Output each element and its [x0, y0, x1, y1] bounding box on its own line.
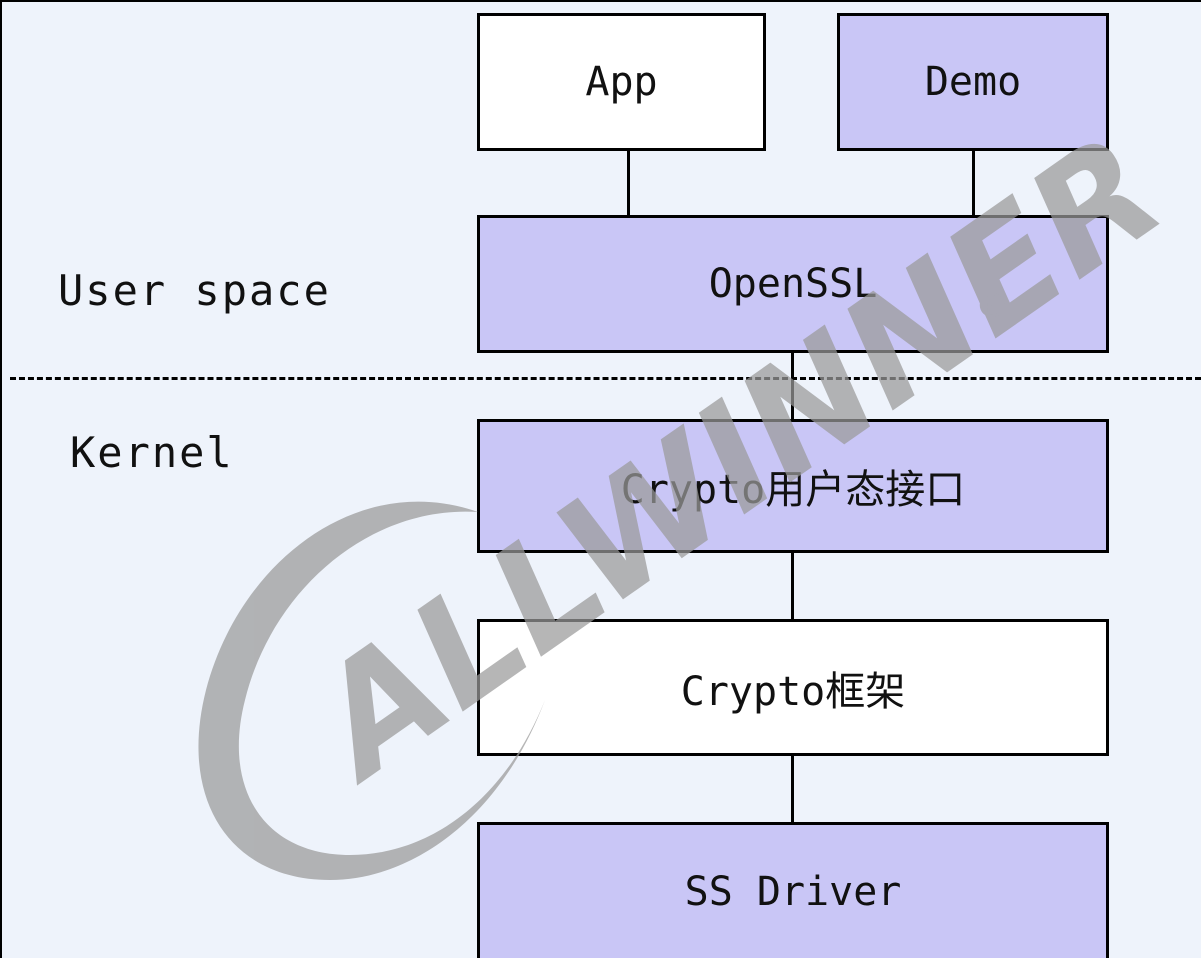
layer-diagram: User space Kernel App Demo OpenSSL Crypt… [0, 0, 1201, 958]
crypto-framework-label: Crypto框架 [680, 668, 906, 715]
crypto-framework-box: Crypto框架 [477, 619, 1109, 756]
user-space-label: User space [58, 266, 331, 315]
app-box: App [477, 13, 766, 151]
user-kernel-divider [10, 377, 1201, 380]
connector-openssl-crypto-api [791, 351, 794, 421]
connector-framework-driver [791, 754, 794, 824]
openssl-label: OpenSSL [708, 261, 878, 307]
connector-crypto-api-framework [791, 551, 794, 621]
connector-app-openssl [627, 149, 630, 217]
openssl-box: OpenSSL [477, 215, 1109, 353]
ss-driver-box: SS Driver [477, 822, 1109, 958]
ss-driver-label: SS Driver [684, 869, 902, 915]
connector-demo-openssl [972, 149, 975, 217]
demo-label: Demo [924, 59, 1022, 105]
app-label: App [585, 59, 658, 105]
kernel-label: Kernel [70, 428, 234, 477]
crypto-user-api-label: Crypto用户态接口 [620, 467, 966, 513]
demo-box: Demo [837, 13, 1109, 151]
crypto-user-api-box: Crypto用户态接口 [477, 419, 1109, 553]
